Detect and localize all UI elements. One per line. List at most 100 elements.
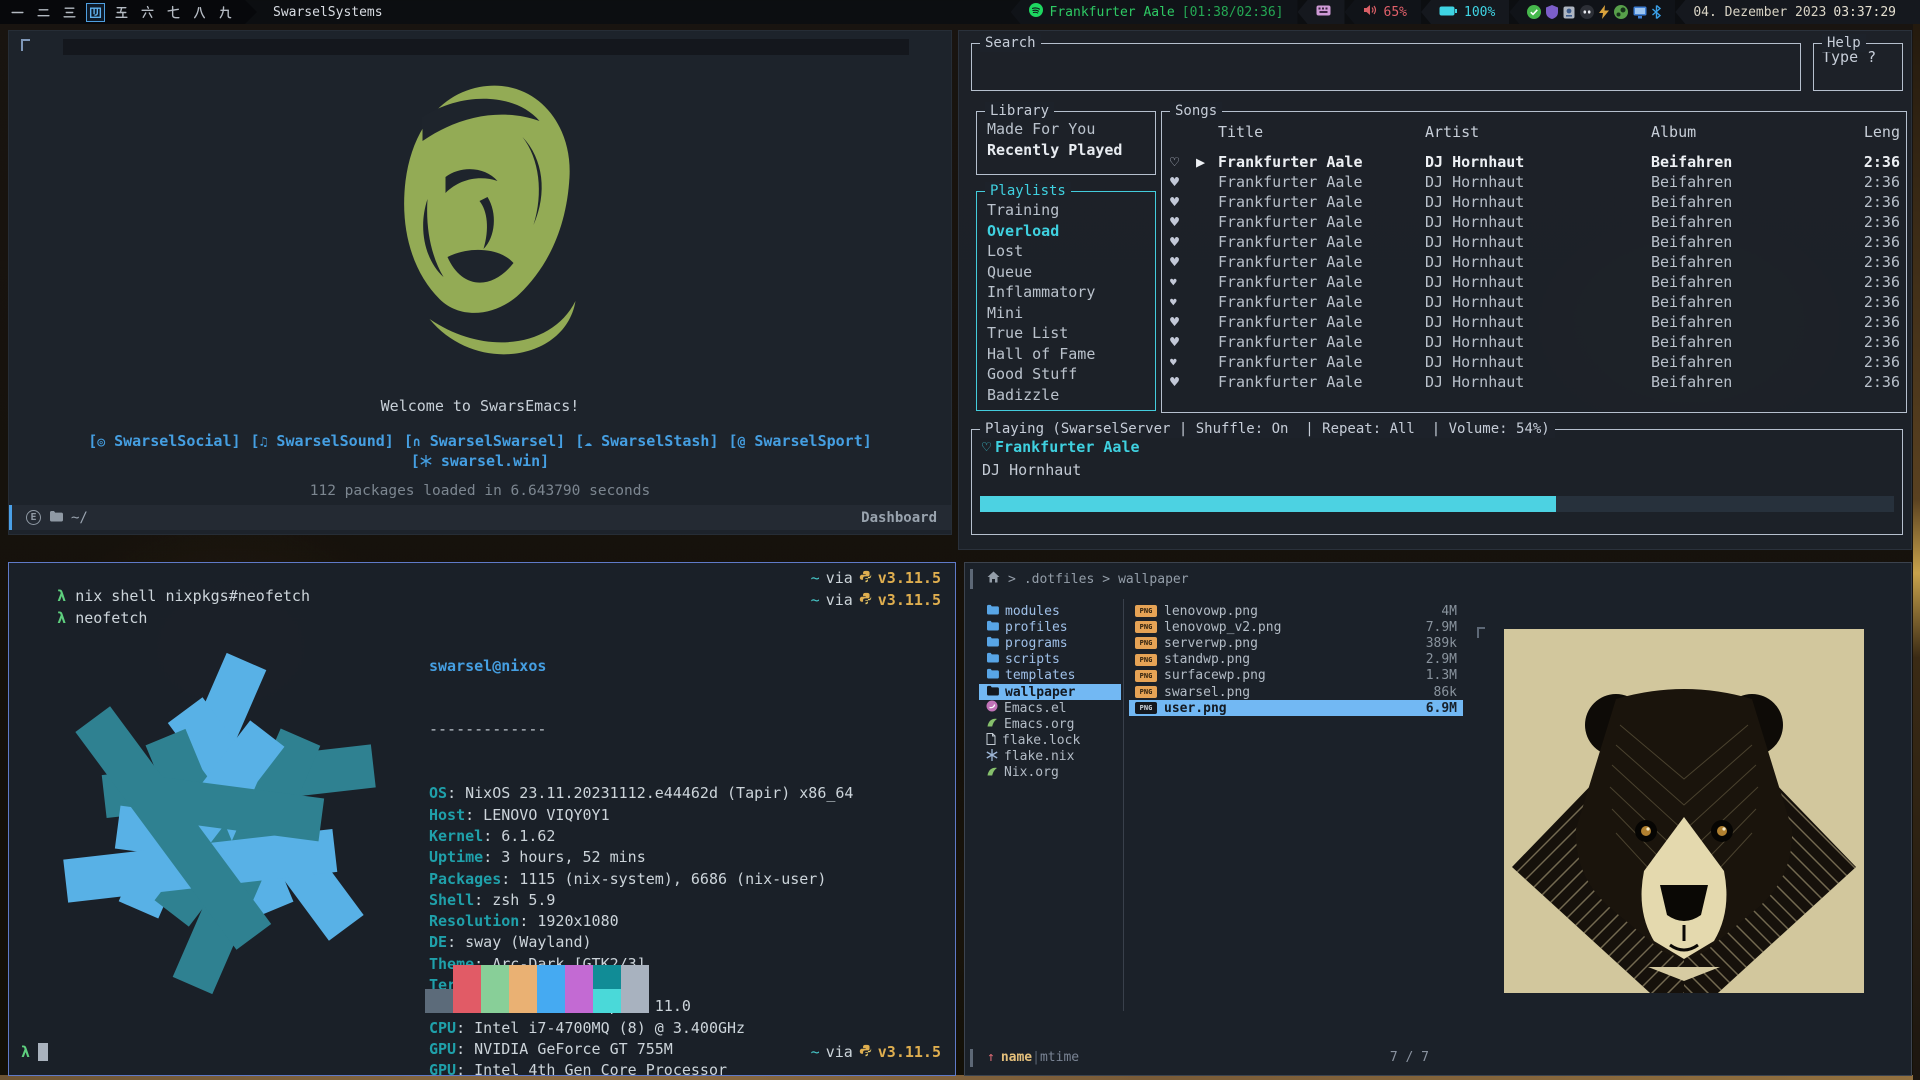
sort-field[interactable]: name	[1001, 1050, 1032, 1065]
sort-alt-field[interactable]: mtime	[1040, 1050, 1079, 1065]
heart-icon[interactable]: ♥	[1170, 253, 1196, 271]
workspace-9[interactable]	[216, 3, 235, 22]
heart-icon[interactable]: ♥	[1170, 173, 1196, 191]
playlist-badizzle[interactable]: Badizzle	[987, 385, 1145, 406]
file-entry-lenovowp-png[interactable]: PNGlenovowp.png4M	[1129, 603, 1463, 619]
breadcrumb-wallpaper[interactable]: wallpaper	[1118, 572, 1188, 587]
library-item-made-for-you[interactable]: Made For You	[987, 119, 1145, 140]
dashboard-link-swarselsport[interactable]: [@ SwarselSport]	[728, 432, 871, 450]
song-row[interactable]: ♥Frankfurter AaleDJ HornhautBeifahren2:3…	[1162, 312, 1906, 332]
workspace-3[interactable]	[60, 3, 79, 22]
playlist-hall-of-fame[interactable]: Hall of Fame	[987, 344, 1145, 365]
songs-panel: Songs Title Artist Album Leng ♡▶Frankfur…	[1161, 111, 1907, 413]
dashboard-link-swarselswarsel[interactable]: [∩ SwarselSwarsel]	[404, 432, 565, 450]
song-row[interactable]: ♥Frankfurter AaleDJ HornhautBeifahren2:3…	[1162, 252, 1906, 272]
dir-item-profiles[interactable]: profiles	[979, 619, 1121, 635]
file-item-flake-nix[interactable]: flake.nix	[979, 749, 1121, 765]
file-item-nix-org[interactable]: Nix.org	[979, 765, 1121, 781]
emacs-tab-bar[interactable]	[63, 39, 909, 55]
file-entry-swarsel-png[interactable]: PNGswarsel.png86k	[1129, 684, 1463, 700]
dir-item-modules[interactable]: modules	[979, 603, 1121, 619]
heart-icon[interactable]: ♥	[1170, 296, 1196, 309]
volume-module[interactable]: 65%	[1345, 0, 1421, 24]
shell-prompt[interactable]: λ	[21, 1043, 48, 1061]
workspace-6[interactable]	[138, 3, 157, 22]
battery-module[interactable]: 100%	[1421, 0, 1509, 24]
song-row[interactable]: ♥Frankfurter AaleDJ HornhautBeifahren2:3…	[1162, 232, 1906, 252]
steam-icon[interactable]	[1614, 5, 1628, 19]
spotify-module[interactable]: Frankfurter Aale [01:38/02:36]	[1011, 0, 1298, 24]
file-entry-user-png[interactable]: PNGuser.png6.9M	[1129, 700, 1463, 716]
folder-icon	[986, 685, 999, 700]
widget-icon[interactable]	[1563, 6, 1575, 19]
song-row[interactable]: ♥Frankfurter AaleDJ HornhautBeifahren2:3…	[1162, 352, 1906, 372]
playlist-inflammatory[interactable]: Inflammatory	[987, 282, 1145, 303]
dashboard-link-swarselsocial[interactable]: [◎ SwarselSocial]	[88, 432, 240, 450]
heart-icon[interactable]: ♥	[1170, 333, 1196, 351]
playlist-queue[interactable]: Queue	[987, 262, 1145, 283]
bluetooth-icon[interactable]	[1652, 5, 1661, 19]
heart-icon[interactable]: ♥	[1170, 276, 1196, 289]
file-item-flake-lock[interactable]: flake.lock	[979, 733, 1121, 749]
file-entry-standwp-png[interactable]: PNGstandwp.png2.9M	[1129, 652, 1463, 668]
home-icon[interactable]	[987, 571, 1000, 587]
dashboard-link-swarselsound[interactable]: [♫ SwarselSound]	[251, 432, 394, 450]
song-row[interactable]: ♥Frankfurter AaleDJ HornhautBeifahren2:3…	[1162, 272, 1906, 292]
song-row[interactable]: ♥Frankfurter AaleDJ HornhautBeifahren2:3…	[1162, 372, 1906, 392]
playlist-training[interactable]: Training	[987, 200, 1145, 221]
dashboard-link-swarselstash[interactable]: [☁ SwarselStash]	[575, 432, 718, 450]
palette-block	[565, 965, 593, 989]
song-length: 2:36	[1850, 153, 1900, 171]
bolt-icon[interactable]	[1599, 5, 1609, 19]
palette-block	[621, 965, 649, 989]
playlist-lost[interactable]: Lost	[987, 241, 1145, 262]
playlist-overload[interactable]: Overload	[987, 221, 1145, 242]
search-input[interactable]: Search	[971, 43, 1801, 91]
song-row[interactable]: ♥Frankfurter AaleDJ HornhautBeifahren2:3…	[1162, 212, 1906, 232]
song-row[interactable]: ♥Frankfurter AaleDJ HornhautBeifahren2:3…	[1162, 192, 1906, 212]
terminal-window[interactable]: λ nix shell nixpkgs#neofetch ~ via v3.11…	[8, 562, 956, 1076]
workspace-4[interactable]	[86, 3, 105, 22]
dir-item-programs[interactable]: programs	[979, 635, 1121, 651]
workspace-2[interactable]	[34, 3, 53, 22]
workspace-5[interactable]	[112, 3, 131, 22]
heart-icon[interactable]: ♥	[1170, 193, 1196, 211]
song-artist: DJ Hornhaut	[1425, 233, 1651, 251]
library-item-recently-played[interactable]: Recently Played	[987, 140, 1145, 161]
workspace-8[interactable]	[190, 3, 209, 22]
heart-icon[interactable]: ♥	[1170, 356, 1196, 369]
heart-icon[interactable]: ♥	[1170, 373, 1196, 391]
song-row[interactable]: ♥Frankfurter AaleDJ HornhautBeifahren2:3…	[1162, 292, 1906, 312]
heart-icon[interactable]: ♡	[982, 438, 991, 456]
shield-icon[interactable]	[1546, 5, 1558, 19]
file-item-emacs-org[interactable]: Emacs.org	[979, 716, 1121, 732]
check-icon[interactable]	[1527, 5, 1541, 19]
keyboard-module[interactable]	[1298, 0, 1345, 24]
file-entry-surfacewp-png[interactable]: PNGsurfacewp.png1.3M	[1129, 668, 1463, 684]
playlist-mini[interactable]: Mini	[987, 303, 1145, 324]
song-row[interactable]: ♥Frankfurter AaleDJ HornhautBeifahren2:3…	[1162, 172, 1906, 192]
dir-item-scripts[interactable]: scripts	[979, 652, 1121, 668]
discord-icon[interactable]	[1580, 5, 1594, 19]
site-link[interactable]: [ swarsel.win]	[9, 452, 951, 470]
file-entry-lenovowp_v2-png[interactable]: PNGlenovowp_v2.png7.9M	[1129, 619, 1463, 635]
breadcrumb-dotfiles[interactable]: .dotfiles	[1024, 572, 1094, 587]
display-icon[interactable]	[1633, 6, 1647, 19]
heart-icon[interactable]: ♡	[1170, 153, 1196, 171]
song-row[interactable]: ♥Frankfurter AaleDJ HornhautBeifahren2:3…	[1162, 332, 1906, 352]
workspace-1[interactable]	[8, 3, 27, 22]
seek-bar[interactable]	[980, 496, 1894, 512]
playlist-true-list[interactable]: True List	[987, 323, 1145, 344]
heart-icon[interactable]: ♥	[1170, 233, 1196, 251]
sort-direction-icon[interactable]: ↑	[987, 1050, 995, 1065]
file-entry-serverwp-png[interactable]: PNGserverwp.png389k	[1129, 635, 1463, 651]
heart-icon[interactable]: ♥	[1170, 213, 1196, 231]
song-album: Beifahren	[1651, 353, 1850, 371]
playlist-good-stuff[interactable]: Good Stuff	[987, 364, 1145, 385]
file-item-emacs-el[interactable]: Emacs.el	[979, 700, 1121, 716]
dir-item-wallpaper[interactable]: wallpaper	[979, 684, 1121, 700]
heart-icon[interactable]: ♥	[1170, 313, 1196, 331]
dir-item-templates[interactable]: templates	[979, 668, 1121, 684]
workspace-7[interactable]	[164, 3, 183, 22]
song-row[interactable]: ♡▶Frankfurter AaleDJ HornhautBeifahren2:…	[1162, 152, 1906, 172]
